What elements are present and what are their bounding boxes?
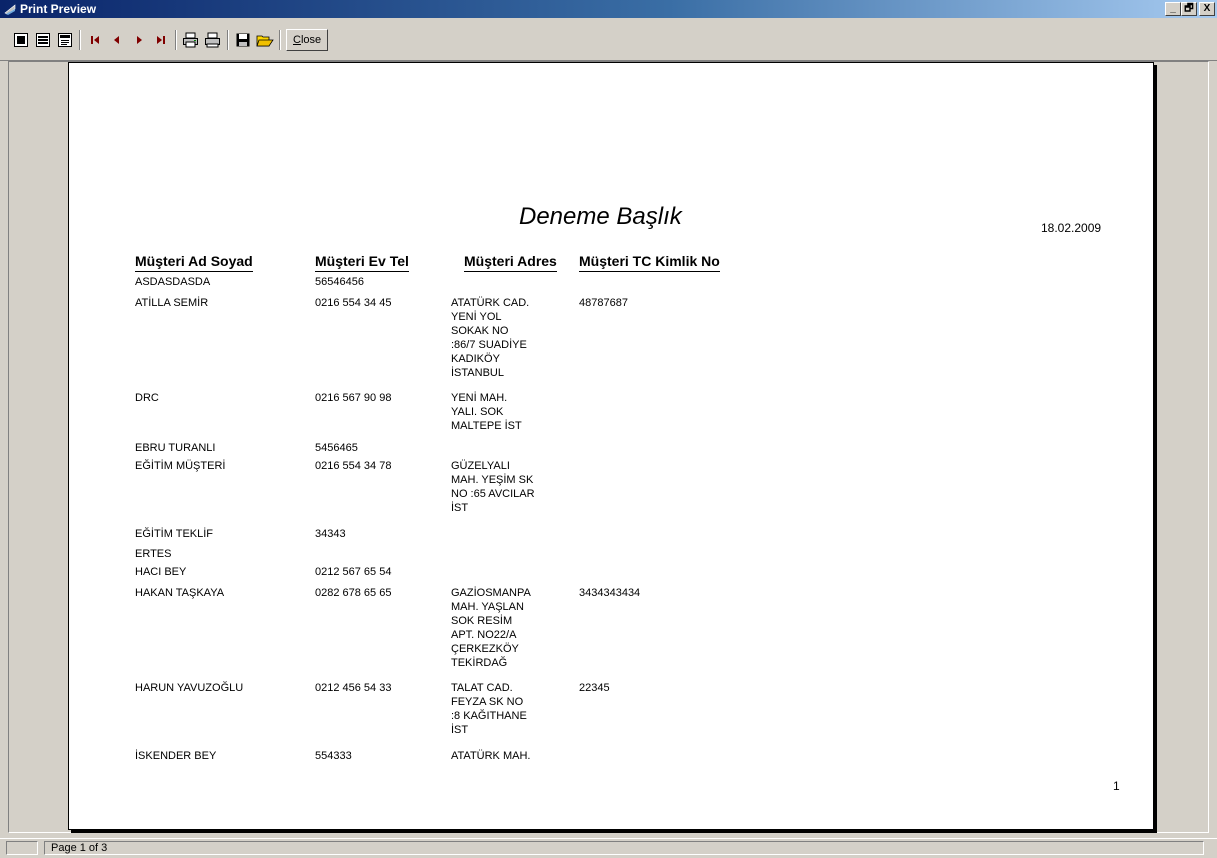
page-width-icon <box>36 33 50 47</box>
close-button[interactable]: Close <box>286 29 329 51</box>
cell-home-phone: 0216 554 34 78 <box>315 460 392 472</box>
toolbar: Close <box>0 18 1217 61</box>
toolbar-separator <box>227 30 229 50</box>
window-title: Print Preview <box>20 2 97 16</box>
close-window-button[interactable]: X <box>1199 2 1215 16</box>
zoom-100-button[interactable] <box>54 29 76 51</box>
print-button[interactable] <box>202 29 224 51</box>
cell-name: İSKENDER BEY <box>135 750 217 762</box>
toolbar-separator <box>279 30 281 50</box>
page-status: Page 1 of 3 <box>44 841 1204 855</box>
window-controls: _ 🗗 X <box>1165 2 1215 16</box>
cell-address: TALAT CAD. FEYZA SK NO :8 KAĞITHANE İST <box>451 682 527 736</box>
cell-tc-id: 3434343434 <box>579 587 641 599</box>
save-icon <box>236 33 250 47</box>
cell-home-phone: 5456465 <box>315 442 358 454</box>
cell-home-phone: 0216 554 34 45 <box>315 297 392 309</box>
cell-name: HACI BEY <box>135 566 187 578</box>
cell-address: GAZİOSMANPA MAH. YAŞLAN SOK RESİM APT. N… <box>451 587 531 669</box>
cell-name: EĞİTİM MÜŞTERİ <box>135 460 226 472</box>
cell-name: EBRU TURANLI <box>135 442 216 454</box>
maximize-button[interactable]: 🗗 <box>1181 2 1197 16</box>
column-header-home-phone: Müşteri Ev Tel <box>315 253 409 272</box>
cell-tc-id: 48787687 <box>579 297 628 309</box>
next-page-icon <box>137 36 142 44</box>
cell-name: HAKAN TAŞKAYA <box>135 587 225 599</box>
column-header-address: Müşteri Adres <box>464 253 557 272</box>
whole-page-button[interactable] <box>10 29 32 51</box>
open-button[interactable] <box>254 29 276 51</box>
report-title: Deneme Başlık <box>519 203 682 230</box>
cell-home-phone: 56546456 <box>315 276 364 288</box>
last-page-button[interactable] <box>150 29 172 51</box>
toolbar-separator <box>79 30 81 50</box>
toolbar-separator <box>175 30 177 50</box>
previous-page-icon <box>114 36 119 44</box>
cell-home-phone: 0212 567 65 54 <box>315 566 392 578</box>
cell-address: ATATÜRK CAD. YENİ YOL SOKAK NO :86/7 SUA… <box>451 297 530 379</box>
status-panel <box>6 841 38 855</box>
page-width-button[interactable] <box>32 29 54 51</box>
column-header-name: Müşteri Ad Soyad <box>135 253 253 272</box>
next-page-button[interactable] <box>128 29 150 51</box>
cell-home-phone: 0216 567 90 98 <box>315 392 392 404</box>
cell-name: ASDASDASDA <box>135 276 211 288</box>
column-header-tc-id: Müşteri TC Kimlik No <box>579 253 720 272</box>
first-page-button[interactable] <box>84 29 106 51</box>
cell-name: HARUN YAVUZOĞLU <box>135 682 244 694</box>
cell-name: ATİLLA SEMİR <box>135 297 209 309</box>
report-page: Deneme Başlık 18.02.2009 Müşteri Ad Soya… <box>68 62 1154 830</box>
minimize-button[interactable]: _ <box>1165 2 1181 16</box>
cell-name: ERTES <box>135 548 172 560</box>
first-page-icon <box>91 36 99 44</box>
cell-home-phone: 0212 456 54 33 <box>315 682 392 694</box>
page-number: 1 <box>1113 779 1120 793</box>
print-setup-button[interactable] <box>180 29 202 51</box>
print-setup-icon <box>183 32 198 48</box>
status-bar: Page 1 of 3 <box>0 838 1217 858</box>
print-icon <box>205 32 220 48</box>
close-label: lose <box>300 34 322 46</box>
app-icon <box>4 4 16 15</box>
save-button[interactable] <box>232 29 254 51</box>
open-icon <box>256 35 274 47</box>
cell-address: GÜZELYALI MAH. YEŞİM SK NO :65 AVCILAR İ… <box>451 460 535 514</box>
whole-page-icon <box>14 33 28 47</box>
cell-tc-id: 22345 <box>579 682 610 694</box>
cell-name: EĞİTİM TEKLİF <box>135 528 214 540</box>
zoom-100-icon <box>58 33 72 47</box>
cell-home-phone: 34343 <box>315 528 346 540</box>
previous-page-button[interactable] <box>106 29 128 51</box>
title-bar: Print Preview _ 🗗 X <box>0 0 1217 18</box>
cell-address: ATATÜRK MAH. <box>451 750 531 762</box>
report-date: 18.02.2009 <box>1041 221 1102 235</box>
close-label-accelerator: C <box>293 34 301 46</box>
cell-name: DRC <box>135 392 159 404</box>
cell-home-phone: 554333 <box>315 750 352 762</box>
last-page-icon <box>157 36 165 44</box>
cell-address: YENİ MAH. YALI. SOK MALTEPE İST <box>451 392 522 432</box>
cell-home-phone: 0282 678 65 65 <box>315 587 392 599</box>
